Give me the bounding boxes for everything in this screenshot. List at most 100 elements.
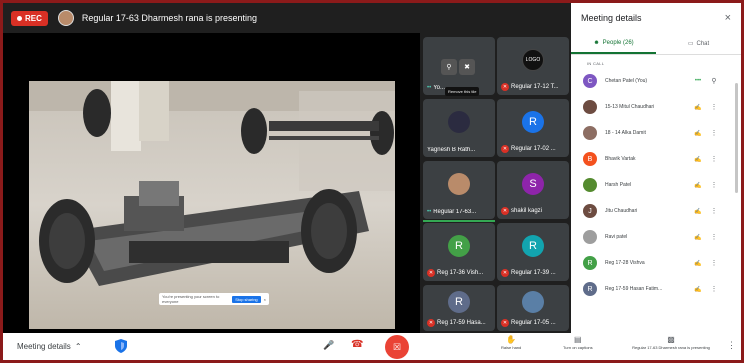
participant-avatar [522,291,544,313]
participant-name: Chetan Patel (You) [605,78,648,84]
participant-tile[interactable]: R ✕ Regular 17-39 ... [497,223,569,281]
participant-avatar [583,178,597,192]
participant-tile[interactable]: R ✕ Reg 17-36 Vish... [423,223,495,281]
participant-row[interactable]: B Bhavik Vartak ✍ ⋮ [571,146,741,172]
rec-label: REC [25,13,42,23]
presenter-avatar [57,10,74,26]
participant-avatar: J [583,204,597,218]
more-options-icon[interactable]: ⋮ [709,129,719,137]
captions-label: Turn on captions [563,345,593,350]
presentation-button[interactable]: ▩ Regular 17-63 Dharmesh rana is present… [631,335,711,350]
panel-header: Meeting details × [571,3,741,33]
raise-hand-button[interactable]: ✋ Raise hand [501,335,521,350]
panel-scrollbar[interactable] [735,83,738,193]
mic-off-icon: ✕ [427,319,435,327]
meet-window: REC Regular 17-63 Dharmesh rana is prese… [3,3,741,360]
meeting-details-panel: Meeting details × ☻ People (26) ▭ Chat I… [571,3,741,333]
mic-off-icon: ✕ [427,269,435,277]
mic-off-icon: ✍ [694,182,702,189]
participant-name: Reg 17-59 Hasan Fatim... [605,286,663,292]
participant-avatar: R [522,111,544,133]
microphone-icon[interactable]: 🎤 [323,340,334,351]
participant-tile[interactable]: •• Regular 17-63... [423,161,495,222]
notice-text: You're presenting your screen to everyon… [162,294,220,304]
tile-name: ✕ Reg 17-36 Vish... [427,269,484,277]
more-options-icon[interactable]: ⋮ [709,155,719,163]
mic-off-icon: ✕ [501,319,509,327]
participant-avatar: R [583,256,597,270]
shield-icon[interactable] [115,339,127,353]
main-stage: You're presenting your screen to everyon… [3,33,420,333]
participant-name: 15-13 Mitul Chaudhari [605,104,655,110]
panel-tabs: ☻ People (26) ▭ Chat [571,33,741,55]
participant-row[interactable]: 18 - 14 Alka Damit ✍ ⋮ [571,120,741,146]
record-dot-icon [17,15,22,21]
tab-people[interactable]: ☻ People (26) [571,33,656,54]
participant-row[interactable]: 15-13 Mitul Chaudhari ✍ ⋮ [571,94,741,120]
tab-chat[interactable]: ▭ Chat [656,33,741,54]
pin-icon[interactable]: ⚲ [441,59,457,75]
more-options-icon[interactable]: ⋮ [727,340,736,351]
hand-icon: ✋ [506,335,517,344]
panel-title: Meeting details [581,13,642,23]
camera-off-button[interactable]: ☒ [385,335,409,359]
participant-row[interactable]: Harsh Patel ✍ ⋮ [571,172,741,198]
kart-chassis-image [29,81,395,286]
participant-avatar [448,111,470,133]
notice-close-icon[interactable]: × [264,297,266,302]
tile-name: Yagnesh B Rath... [427,147,476,153]
participant-row[interactable]: R Reg 17-59 Hasan Fatim... ✍ ⋮ [571,276,741,302]
mic-off-icon: ✍ [694,234,702,241]
participant-tile[interactable]: LOGO ✕ Regular 17-12 T... [497,37,569,95]
participant-row[interactable]: R Reg 17-28 Vishva ✍ ⋮ [571,250,741,276]
top-bar: REC Regular 17-63 Dharmesh rana is prese… [3,3,571,33]
participant-tile[interactable]: R ✕ Regular 17-02 ... [497,99,569,157]
recording-badge: REC [11,10,48,26]
in-call-section-label: IN CALL [587,61,605,66]
mic-off-icon: ✍ [694,104,702,111]
people-icon: ☻ [593,39,600,46]
participant-tile[interactable]: R ✕ Reg 17-59 Hasa... [423,285,495,331]
tile-name: •• Regular 17-63... [427,209,477,215]
stop-sharing-button[interactable]: Stop sharing [232,295,261,303]
mic-off-icon: ✍ [694,208,702,215]
close-icon[interactable]: × [725,12,731,24]
participant-row[interactable]: C Chetan Patel (You) ••• ⚲ [571,68,741,94]
participant-tile[interactable]: ✕ Regular 17-05 ... [497,285,569,331]
present-screen-icon: ▩ [667,335,675,344]
participant-row[interactable]: J Jitu Chaudhari ✍ ⋮ [571,198,741,224]
participant-row[interactable]: Ravi patel ✍ ⋮ [571,224,741,250]
participant-tile[interactable]: ⚲ ✖ Remove this tile •• Yo... [423,37,495,96]
participant-avatar: R [448,291,470,313]
mic-off-icon: ✕ [501,207,509,215]
participant-avatar: S [522,173,544,195]
more-options-icon[interactable]: ⋮ [709,181,719,189]
participant-tile[interactable]: Yagnesh B Rath... [423,99,495,157]
participant-name: Reg 17-28 Vishva [605,260,645,266]
tile-name: ✕ Regular 17-12 T... [501,83,559,91]
participant-name: Harsh Patel [605,182,632,188]
mic-off-icon: ✍ [694,156,702,163]
more-options-icon[interactable]: ⋮ [709,233,719,241]
remove-tile-icon[interactable]: ✖ [459,59,475,75]
more-options-icon[interactable]: ⋮ [709,103,719,111]
more-options-icon[interactable]: ⋮ [709,259,719,267]
tile-name: ✕ Regular 17-39 ... [501,269,556,277]
hang-up-icon[interactable]: ☎ [351,339,363,350]
tile-name: •• Yo... [427,85,445,91]
participant-avatar [583,100,597,114]
participant-tile[interactable]: S ✕ shakil kagzi [497,161,569,219]
tile-name: ✕ shakil kagzi [501,207,543,215]
mic-off-icon: ✍ [694,260,702,267]
chevron-up-icon[interactable]: ⌃ [75,342,82,351]
raise-hand-label: Raise hand [501,345,522,350]
more-options-icon[interactable]: ⋮ [709,285,719,293]
camera-off-icon: ☒ [392,341,402,352]
presenting-notice: You're presenting your screen to everyon… [159,293,269,305]
meeting-details-button[interactable]: Meeting details [17,342,71,351]
captions-button[interactable]: ▤ Turn on captions [563,335,593,350]
pin-icon[interactable]: ⚲ [709,77,719,85]
mic-off-icon: ✕ [501,269,509,277]
participant-name: Bhavik Vartak [605,156,636,162]
more-options-icon[interactable]: ⋮ [709,207,719,215]
